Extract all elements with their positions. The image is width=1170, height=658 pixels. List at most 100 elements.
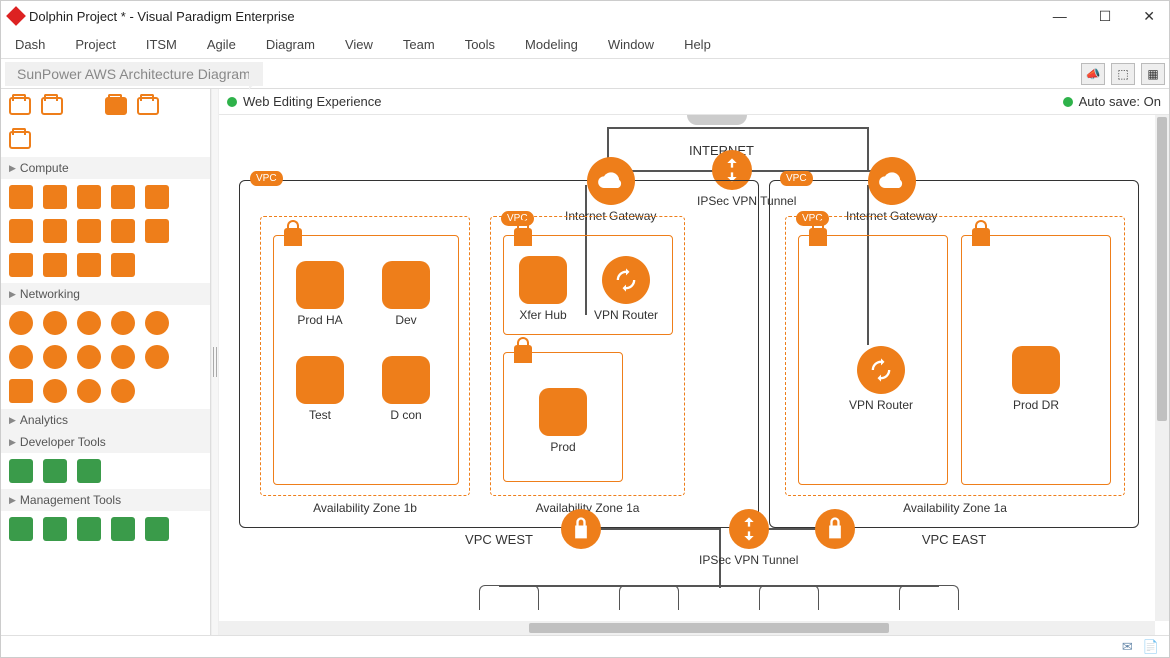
diagram-canvas[interactable]: INTERNET IPSec VPN Tunnel VPC VPC WEST I… bbox=[219, 115, 1169, 635]
horizontal-scrollbar[interactable] bbox=[219, 621, 1155, 635]
tab-bar: SunPower AWS Architecture Diagram 📣 ⬚ ▦ bbox=[1, 59, 1169, 89]
node-vpn-router-east[interactable]: VPN Router bbox=[849, 346, 913, 412]
mgmt-shape-icon[interactable] bbox=[111, 517, 135, 541]
internet-gateway-east[interactable]: Internet Gateway bbox=[846, 157, 937, 223]
compute-shape-icon[interactable] bbox=[111, 185, 135, 209]
node-prod-dr[interactable]: Prod DR bbox=[1012, 346, 1060, 412]
toolbar-announce-icon[interactable]: 📣 bbox=[1081, 63, 1105, 85]
networking-shape-icon[interactable] bbox=[77, 345, 101, 369]
palette-section-devtools[interactable]: ▶Developer Tools bbox=[1, 431, 210, 453]
title-bar: Dolphin Project * - Visual Paradigm Ente… bbox=[1, 1, 1169, 31]
folder-icon[interactable] bbox=[9, 97, 31, 115]
menu-tools[interactable]: Tools bbox=[465, 37, 495, 52]
networking-shape-icon[interactable] bbox=[9, 379, 33, 403]
networking-shape-icon[interactable] bbox=[145, 311, 169, 335]
subnet[interactable]: VPN Router bbox=[798, 235, 948, 485]
node-label: Dev bbox=[395, 313, 416, 327]
networking-shape-icon[interactable] bbox=[145, 345, 169, 369]
mgmt-shape-icon[interactable] bbox=[77, 517, 101, 541]
compute-shape-icon[interactable] bbox=[77, 219, 101, 243]
networking-shape-icon[interactable] bbox=[111, 379, 135, 403]
toolbar-bounds-icon[interactable]: ⬚ bbox=[1111, 63, 1135, 85]
networking-shape-icon[interactable] bbox=[111, 345, 135, 369]
compute-shape-icon[interactable] bbox=[43, 219, 67, 243]
toolbar-panel-icon[interactable]: ▦ bbox=[1141, 63, 1165, 85]
compute-shape-icon[interactable] bbox=[9, 253, 33, 277]
palette-section-analytics[interactable]: ▶Analytics bbox=[1, 409, 210, 431]
minimize-button[interactable]: — bbox=[1047, 8, 1073, 25]
ipsec-vpn-tunnel-bottom[interactable]: IPSec VPN Tunnel bbox=[699, 509, 798, 567]
compute-shape-icon[interactable] bbox=[145, 219, 169, 243]
folder-icon[interactable] bbox=[105, 97, 127, 115]
folder-icon[interactable] bbox=[41, 97, 63, 115]
networking-shape-icon[interactable] bbox=[111, 311, 135, 335]
rack-icon bbox=[899, 585, 959, 610]
menu-itsm[interactable]: ITSM bbox=[146, 37, 177, 52]
compute-shape-icon[interactable] bbox=[111, 219, 135, 243]
vpc-west[interactable]: VPC VPC WEST Internet Gateway Availabili… bbox=[239, 180, 759, 528]
node-dcon[interactable]: D con bbox=[382, 356, 430, 422]
availability-zone-1b[interactable]: Availability Zone 1b Prod HA Dev Test D … bbox=[260, 216, 470, 496]
networking-shape-icon[interactable] bbox=[43, 345, 67, 369]
page-icon[interactable]: 📄 bbox=[1143, 639, 1159, 655]
folder-icon[interactable] bbox=[9, 131, 31, 149]
availability-zone-1a-east[interactable]: Availability Zone 1a VPC VPN Router Prod… bbox=[785, 216, 1125, 496]
compute-shape-icon[interactable] bbox=[145, 185, 169, 209]
subnet[interactable]: Prod HA Dev Test D con bbox=[273, 235, 459, 485]
menu-window[interactable]: Window bbox=[608, 37, 654, 52]
devtools-shape-icon[interactable] bbox=[43, 459, 67, 483]
networking-shape-icon[interactable] bbox=[43, 379, 67, 403]
availability-zone-1a-west[interactable]: Availability Zone 1a VPC Xfer Hub VPN Ro… bbox=[490, 216, 685, 496]
compute-shape-icon[interactable] bbox=[9, 219, 33, 243]
palette-section-compute[interactable]: ▶Compute bbox=[1, 157, 210, 179]
node-xfer-hub[interactable]: Xfer Hub bbox=[519, 256, 567, 322]
compute-shape-icon[interactable] bbox=[43, 253, 67, 277]
vpc-east[interactable]: VPC VPC EAST Internet Gateway Availabili… bbox=[769, 180, 1139, 528]
status-dot-icon bbox=[227, 97, 237, 107]
mgmt-shape-icon[interactable] bbox=[145, 517, 169, 541]
networking-shape-icon[interactable] bbox=[9, 345, 33, 369]
node-prod[interactable]: Prod bbox=[539, 388, 587, 454]
networking-shape-icon[interactable] bbox=[77, 311, 101, 335]
node-label: Prod DR bbox=[1013, 398, 1059, 412]
instance-icon bbox=[382, 261, 430, 309]
menu-dash[interactable]: Dash bbox=[15, 37, 45, 52]
mgmt-shape-icon[interactable] bbox=[43, 517, 67, 541]
compute-shape-icon[interactable] bbox=[111, 253, 135, 277]
close-button[interactable]: ✕ bbox=[1137, 8, 1161, 25]
mail-icon[interactable]: ✉ bbox=[1122, 639, 1133, 655]
networking-shape-icon[interactable] bbox=[9, 311, 33, 335]
node-test[interactable]: Test bbox=[296, 356, 344, 422]
menu-modeling[interactable]: Modeling bbox=[525, 37, 578, 52]
palette-section-mgmt[interactable]: ▶Management Tools bbox=[1, 489, 210, 511]
vertical-splitter[interactable] bbox=[211, 89, 219, 635]
folder-icon[interactable] bbox=[137, 97, 159, 115]
node-prod-ha[interactable]: Prod HA bbox=[296, 261, 344, 327]
menu-help[interactable]: Help bbox=[684, 37, 711, 52]
maximize-button[interactable]: ☐ bbox=[1093, 8, 1118, 25]
subnet[interactable]: Prod bbox=[503, 352, 623, 482]
instance-icon bbox=[519, 256, 567, 304]
devtools-shape-icon[interactable] bbox=[77, 459, 101, 483]
subnet[interactable]: Xfer Hub VPN Router bbox=[503, 235, 673, 335]
diagram-tab[interactable]: SunPower AWS Architecture Diagram bbox=[5, 62, 263, 86]
node-vpn-router-west[interactable]: VPN Router bbox=[594, 256, 658, 322]
compute-shape-icon[interactable] bbox=[77, 185, 101, 209]
compute-shape-icon[interactable] bbox=[9, 185, 33, 209]
vertical-scrollbar[interactable] bbox=[1155, 115, 1169, 621]
mgmt-shape-icon[interactable] bbox=[9, 517, 33, 541]
compute-shape-icon[interactable] bbox=[77, 253, 101, 277]
menu-view[interactable]: View bbox=[345, 37, 373, 52]
internet-gateway-west[interactable]: Internet Gateway bbox=[565, 157, 656, 223]
palette-section-networking[interactable]: ▶Networking bbox=[1, 283, 210, 305]
node-dev[interactable]: Dev bbox=[382, 261, 430, 327]
menu-agile[interactable]: Agile bbox=[207, 37, 236, 52]
menu-diagram[interactable]: Diagram bbox=[266, 37, 315, 52]
menu-team[interactable]: Team bbox=[403, 37, 435, 52]
subnet[interactable]: Prod DR bbox=[961, 235, 1111, 485]
networking-shape-icon[interactable] bbox=[77, 379, 101, 403]
devtools-shape-icon[interactable] bbox=[9, 459, 33, 483]
menu-project[interactable]: Project bbox=[75, 37, 115, 52]
networking-shape-icon[interactable] bbox=[43, 311, 67, 335]
compute-shape-icon[interactable] bbox=[43, 185, 67, 209]
